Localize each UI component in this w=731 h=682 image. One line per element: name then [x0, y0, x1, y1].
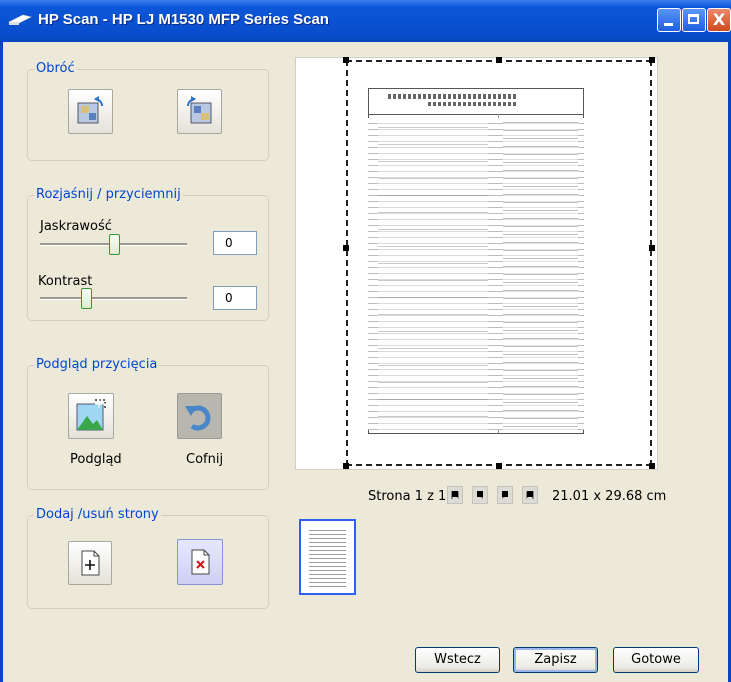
- crop-handle-bottom[interactable]: [496, 463, 502, 469]
- rotate-left-button[interactable]: [68, 89, 113, 134]
- minimize-button[interactable]: [657, 8, 681, 32]
- add-page-button[interactable]: [68, 541, 112, 585]
- pages-group: Dodaj /usuń strony: [27, 507, 269, 609]
- rotate-left-icon: [77, 96, 103, 124]
- last-page-icon: [526, 491, 534, 499]
- crop-handle-right[interactable]: [649, 245, 655, 251]
- title-bar: HP Scan - HP LJ M1530 MFP Series Scan X: [0, 0, 731, 42]
- crop-preview-label: Podgląd: [70, 452, 122, 467]
- window-title: HP Scan - HP LJ M1530 MFP Series Scan: [38, 11, 329, 28]
- crop-handle-bottom-right[interactable]: [649, 463, 655, 469]
- back-button[interactable]: Wstecz: [415, 647, 500, 673]
- page-thumbnail[interactable]: [299, 519, 356, 595]
- crop-handle-left[interactable]: [343, 245, 349, 251]
- undo-label: Cofnij: [186, 452, 224, 467]
- undo-icon: [185, 405, 211, 431]
- remove-page-button[interactable]: [177, 539, 223, 585]
- crop-preview-legend: Podgląd przycięcia: [34, 357, 160, 372]
- first-page-icon: [451, 491, 459, 499]
- crop-handle-top[interactable]: [496, 57, 502, 63]
- page-dimensions: 21.01 x 29.68 cm: [552, 489, 667, 504]
- crop-handle-top-right[interactable]: [649, 57, 655, 63]
- add-page-icon: [81, 550, 100, 576]
- crop-preview-group: Podgląd przycięcia: [27, 357, 269, 490]
- rotate-right-button[interactable]: [177, 89, 222, 134]
- brightness-label: Jaskrawość: [40, 219, 112, 234]
- brightness-slider-thumb[interactable]: [109, 234, 120, 255]
- pages-legend: Dodaj /usuń strony: [34, 507, 161, 522]
- crop-preview-icon: [76, 398, 107, 431]
- close-icon: X: [712, 10, 726, 29]
- page-indicator: Strona 1 z 1: [368, 489, 447, 504]
- rotate-group: Obróć: [27, 61, 269, 161]
- contrast-slider-track[interactable]: [40, 297, 187, 300]
- adjust-legend: Rozjaśnij / przyciemnij: [34, 187, 183, 202]
- next-page-icon: [502, 491, 508, 499]
- close-button[interactable]: X: [707, 8, 731, 32]
- contrast-slider-thumb[interactable]: [81, 288, 92, 309]
- contrast-input[interactable]: 0: [213, 286, 257, 310]
- brightness-input[interactable]: 0: [213, 231, 257, 255]
- previous-page-button[interactable]: [472, 486, 488, 504]
- done-button[interactable]: Gotowe: [613, 647, 699, 673]
- undo-button[interactable]: [177, 393, 222, 439]
- previous-page-icon: [477, 491, 483, 499]
- crop-frame[interactable]: [346, 60, 652, 466]
- first-page-button[interactable]: [447, 486, 463, 504]
- window-border-left: [0, 42, 3, 682]
- thumbnail-page-content: [309, 527, 346, 587]
- next-page-button[interactable]: [497, 486, 513, 504]
- crop-handle-bottom-left[interactable]: [343, 463, 349, 469]
- last-page-button[interactable]: [522, 486, 538, 504]
- maximize-button[interactable]: [682, 8, 706, 32]
- crop-preview-button[interactable]: [68, 393, 114, 439]
- rotate-right-icon: [187, 96, 212, 124]
- scanner-app-icon: [8, 14, 32, 25]
- remove-page-icon: [191, 549, 210, 575]
- rotate-legend: Obróć: [34, 61, 77, 76]
- save-button[interactable]: Zapisz: [513, 647, 598, 673]
- crop-handle-top-left[interactable]: [343, 57, 349, 63]
- contrast-label: Kontrast: [38, 274, 93, 289]
